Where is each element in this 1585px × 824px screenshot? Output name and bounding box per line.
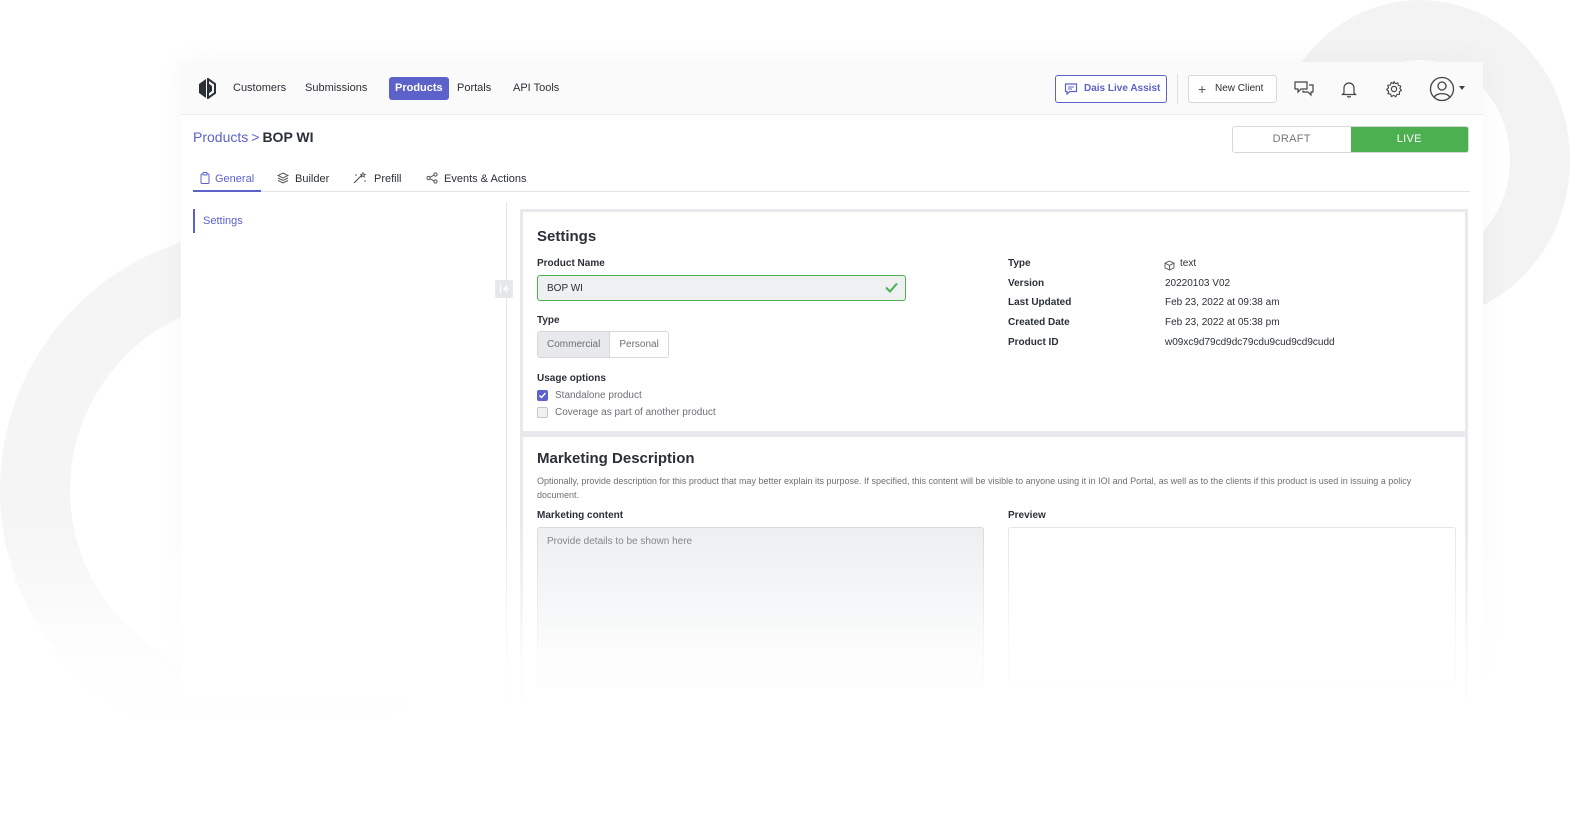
type-option-commercial[interactable]: Commercial [538,332,611,357]
gear-icon[interactable] [1383,78,1405,100]
marketing-help-text: Optionally, provide description for this… [537,476,1412,500]
nav-products[interactable]: Products [389,77,449,100]
toolbar-divider [1177,74,1178,104]
clipboard-icon [200,172,210,184]
live-assist-button[interactable]: Dais Live Assist [1055,75,1167,103]
tab-prefill-label: Prefill [374,173,402,185]
collapse-sidebar-icon[interactable] [495,280,513,298]
meta-created-date-label: Created Date [1008,317,1070,328]
messages-icon[interactable] [1293,78,1315,100]
sidebar-item-settings[interactable]: Settings [193,209,243,233]
type-label: Type [537,315,560,326]
page-title: BOP WI [262,129,314,145]
top-navigation-bar: Customers Submissions Products Portals A… [181,62,1483,115]
meta-type-label: Type [1008,258,1031,269]
valid-check-icon [885,282,898,293]
new-client-button[interactable]: + New Client [1188,75,1277,103]
layers-icon [277,172,289,184]
settings-card: Settings Product Name Type Commercial Pe… [520,209,1468,434]
user-avatar-icon[interactable] [1429,76,1455,102]
tab-events-actions-label: Events & Actions [444,173,527,185]
type-segmented-control: Commercial Personal [537,331,669,358]
meta-last-updated-label: Last Updated [1008,297,1072,308]
meta-version-value: 20220103 V02 [1165,278,1231,289]
tab-events-actions[interactable]: Events & Actions [426,166,536,192]
breadcrumb: Products > BOP WI [193,129,314,145]
meta-product-id-label: Product ID [1008,337,1059,348]
meta-product-id-value: w09xc9d79cd9dc79cdu9cud9cd9cudd [1165,337,1335,348]
plus-icon: + [1198,81,1207,97]
live-assist-label: Dais Live Assist [1084,83,1161,94]
tab-general[interactable]: General [193,166,261,192]
tab-builder[interactable]: Builder [277,166,339,192]
nav-customers[interactable]: Customers [227,77,292,100]
checkmark-icon [539,392,547,399]
status-toggle: DRAFT LIVE [1232,126,1469,153]
chevron-down-icon[interactable] [1459,86,1465,90]
breadcrumb-separator: > [251,129,260,145]
standalone-product-label: Standalone product [555,390,642,401]
nav-api-tools[interactable]: API Tools [507,77,565,100]
meta-created-date-value: Feb 23, 2022 at 05:38 pm [1165,317,1280,328]
bottom-fade-overlay [0,520,1585,824]
nav-portals[interactable]: Portals [451,77,497,100]
status-live-option[interactable]: LIVE [1350,127,1468,152]
coverage-product-checkbox[interactable] [537,407,548,418]
meta-last-updated-value: Feb 23, 2022 at 09:38 am [1165,297,1280,308]
logo-icon[interactable] [197,78,217,99]
product-name-label: Product Name [537,258,605,269]
meta-version-label: Version [1008,278,1045,289]
chat-icon [1064,83,1078,96]
breadcrumb-products-link[interactable]: Products [193,129,248,145]
coverage-product-label: Coverage as part of another product [555,407,716,418]
tab-general-label: General [215,173,255,185]
sidebar-item-label: Settings [203,215,243,227]
product-name-input[interactable] [537,275,906,301]
status-draft-option[interactable]: DRAFT [1233,127,1351,152]
wand-icon [353,172,367,184]
marketing-title: Marketing Description [537,450,695,467]
tab-builder-label: Builder [295,173,330,185]
type-option-personal[interactable]: Personal [610,332,668,357]
cube-icon [1164,260,1175,271]
settings-title: Settings [537,228,597,245]
share-nodes-icon [426,172,438,184]
tab-bar: General Builder Prefill Events & Actions [193,166,1470,192]
bell-icon[interactable] [1338,78,1360,100]
standalone-product-checkbox[interactable] [537,390,548,401]
usage-options-label: Usage options [537,373,606,384]
tab-prefill[interactable]: Prefill [353,166,409,192]
meta-type-value: text [1180,258,1197,269]
nav-submissions[interactable]: Submissions [299,77,373,100]
new-client-label: New Client [1215,83,1264,94]
